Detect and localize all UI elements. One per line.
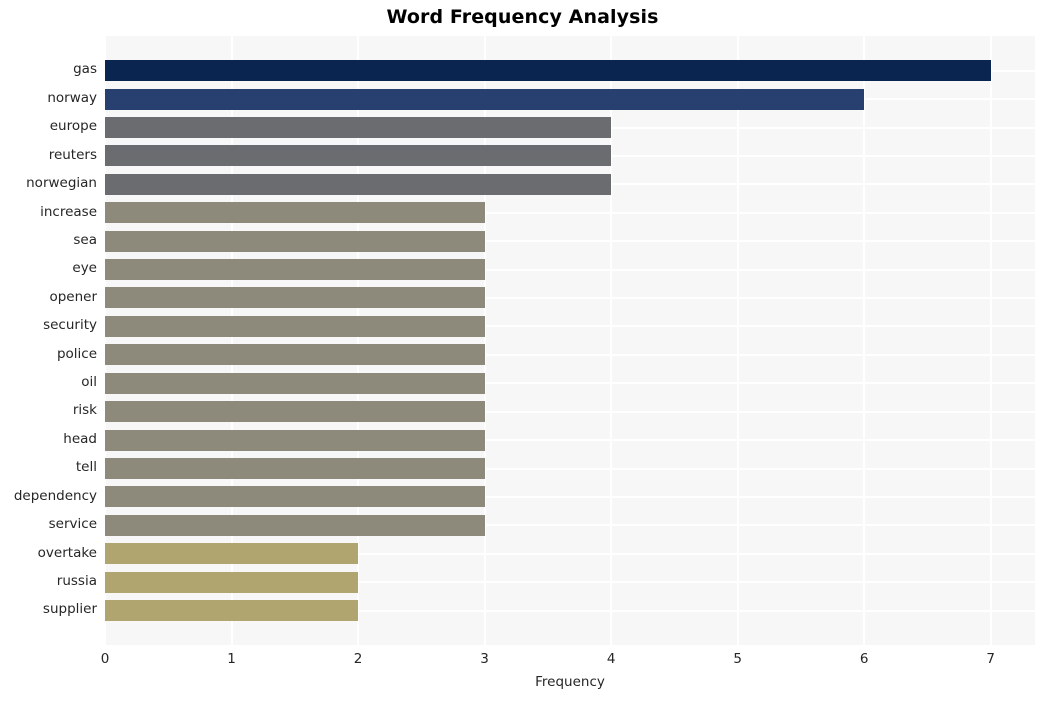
y-tick-label: police <box>56 345 97 362</box>
bar-row <box>105 170 1035 198</box>
bar[interactable] <box>105 259 485 281</box>
bar-row <box>105 540 1035 568</box>
y-tick-label: supplier <box>42 601 97 618</box>
y-tick-label: dependency <box>13 487 97 504</box>
bar[interactable] <box>105 60 991 82</box>
bar[interactable] <box>105 514 485 536</box>
y-tick-label: oil <box>81 374 97 391</box>
y-tick-label: increase <box>40 203 97 220</box>
bar-row <box>105 483 1035 511</box>
bar[interactable] <box>105 571 359 593</box>
x-tick-label: 5 <box>733 651 742 667</box>
bar-row <box>105 56 1035 84</box>
bar-row <box>105 113 1035 141</box>
bar-row <box>105 142 1035 170</box>
y-tick-label: overtake <box>37 544 97 561</box>
bar[interactable] <box>105 88 865 110</box>
x-tick-label: 2 <box>353 651 363 667</box>
bar[interactable] <box>105 344 485 366</box>
y-tick-label: security <box>43 317 97 334</box>
bar-row <box>105 227 1035 255</box>
y-tick-label: risk <box>72 402 97 419</box>
bar[interactable] <box>105 401 485 423</box>
bar-row <box>105 284 1035 312</box>
bar[interactable] <box>105 315 485 337</box>
bar[interactable] <box>105 600 359 622</box>
y-tick-label: head <box>63 430 97 447</box>
bar[interactable] <box>105 458 485 479</box>
chart-title: Word Frequency Analysis <box>386 6 659 28</box>
y-tick-label: tell <box>75 459 97 476</box>
bar-row <box>105 426 1035 454</box>
bar[interactable] <box>105 287 485 309</box>
bar[interactable] <box>105 543 359 565</box>
bar-row <box>105 341 1035 369</box>
bar-row <box>105 369 1035 397</box>
y-tick-label: sea <box>73 231 97 248</box>
y-tick-label: eye <box>72 260 97 277</box>
bar[interactable] <box>105 429 485 451</box>
bar-row <box>105 199 1035 227</box>
x-tick-label: 7 <box>986 651 995 667</box>
bar[interactable] <box>105 116 612 138</box>
y-tick-label: opener <box>49 288 97 305</box>
y-tick-label: gas <box>73 61 97 78</box>
y-tick-label: norway <box>47 89 97 106</box>
bar[interactable] <box>105 230 485 252</box>
bar-row <box>105 85 1035 113</box>
y-tick-label: europe <box>49 118 97 135</box>
bar-row <box>105 454 1035 482</box>
x-tick-label: 0 <box>100 651 110 667</box>
bar[interactable] <box>105 486 485 508</box>
y-tick-label: service <box>48 516 97 533</box>
bar[interactable] <box>105 372 485 394</box>
bar[interactable] <box>105 173 612 195</box>
x-tick-label: 6 <box>859 651 869 667</box>
bar-row <box>105 568 1035 596</box>
bar-row <box>105 596 1035 624</box>
y-tick-label: reuters <box>48 146 97 163</box>
x-axis-label: Frequency <box>535 674 605 690</box>
bar-row <box>105 511 1035 539</box>
bar-row <box>105 397 1035 425</box>
bar-row <box>105 312 1035 340</box>
x-tick-label: 4 <box>606 651 616 667</box>
x-tick-label: 3 <box>480 651 489 667</box>
x-tick-label: 1 <box>227 651 236 667</box>
bar[interactable] <box>105 145 612 167</box>
bar-row <box>105 255 1035 283</box>
chart-figure: Word Frequency Analysis Frequency gas nor… <box>0 0 1045 701</box>
y-tick-label: russia <box>56 572 97 589</box>
bar[interactable] <box>105 202 485 224</box>
y-tick-label: norwegian <box>26 175 97 192</box>
plot-area <box>104 36 1035 645</box>
